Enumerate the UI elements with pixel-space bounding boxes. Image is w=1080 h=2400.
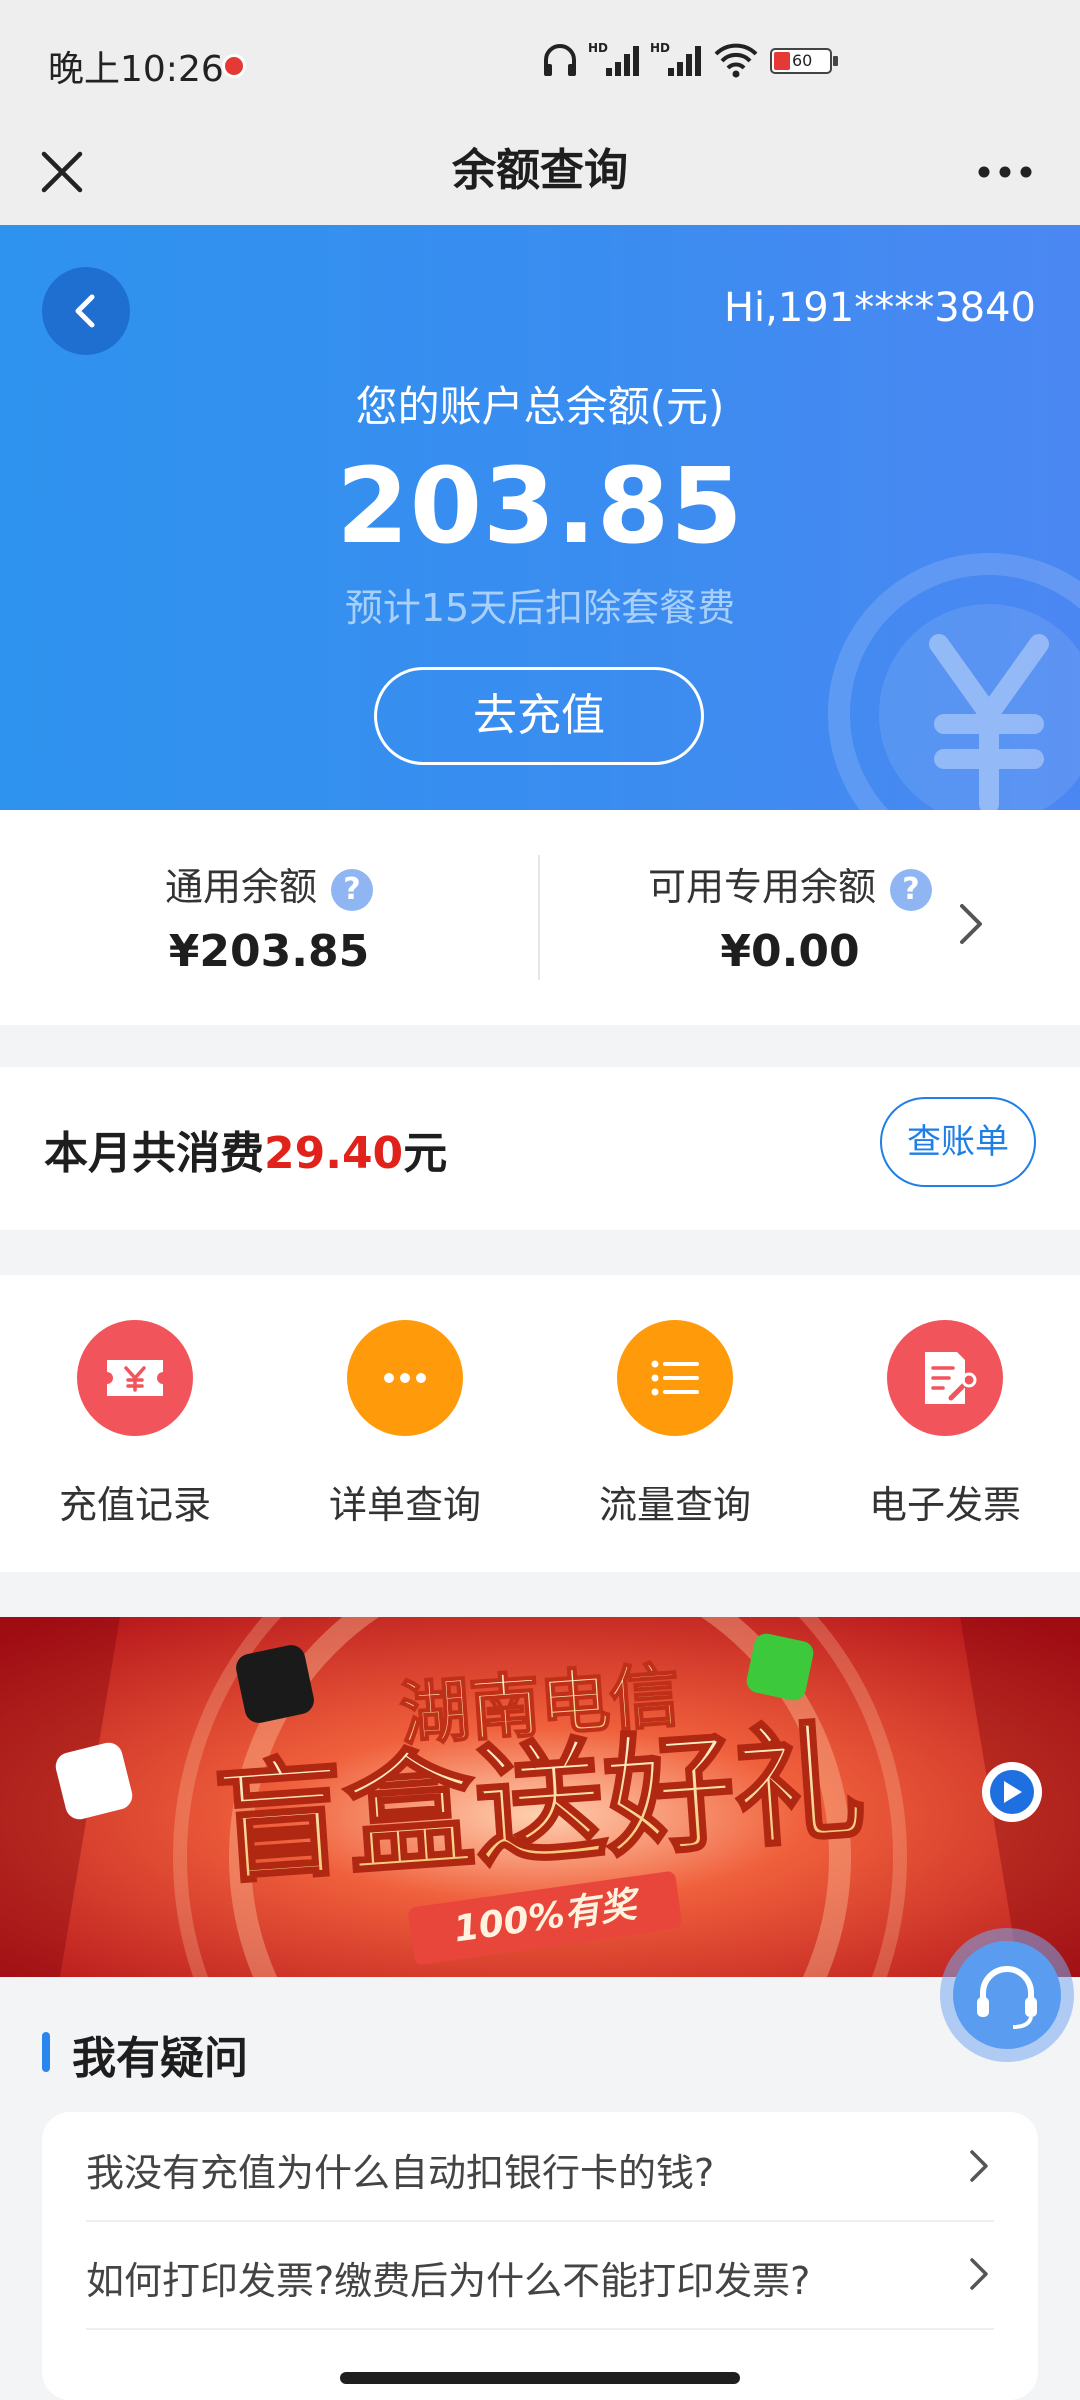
action-e-invoice[interactable]: 电子发票 [845, 1320, 1045, 1529]
action-label: 流量查询 [598, 1483, 751, 1527]
general-balance-label: 通用余额 [164, 865, 317, 909]
list-icon [617, 1320, 733, 1436]
faq-question: 如何打印发票?缴费后为什么不能打印发票? [86, 2259, 811, 2303]
status-time: 晚上10:26 [48, 49, 224, 90]
general-balance[interactable]: 通用余额? ¥203.85 [0, 810, 538, 1025]
faq-list: 我没有充值为什么自动扣银行卡的钱? 如何打印发票?缴费后为什么不能打印发票? [42, 2112, 1038, 2400]
balance-breakdown: 通用余额? ¥203.85 可用专用余额? ¥0.00 [0, 810, 1080, 1025]
invoice-icon [887, 1320, 1003, 1436]
svg-text:HD: HD [588, 41, 608, 55]
wifi-icon [714, 43, 758, 78]
customer-service-button[interactable] [940, 1928, 1074, 2062]
status-bar: 晚上10:26 HD HD 60 [0, 0, 1080, 120]
recharge-button[interactable]: 去充值 [374, 667, 704, 765]
battery-icon: 60 [770, 48, 832, 74]
chevron-right-icon[interactable] [950, 898, 990, 950]
monthly-spend: 本月共消费29.40元 查账单 [0, 1067, 1080, 1230]
faq-item[interactable]: 如何打印发票?缴费后为什么不能打印发票? [86, 2220, 994, 2330]
recharge-record-icon [77, 1320, 193, 1436]
action-label: 详单查询 [328, 1483, 481, 1527]
battery-tip [833, 56, 838, 66]
action-detail-query[interactable]: 详单查询 [305, 1320, 505, 1529]
general-balance-value: ¥203.85 [168, 926, 370, 977]
deduction-note: 预计15天后扣除套餐费 [344, 586, 736, 630]
action-data-query[interactable]: 流量查询 [575, 1320, 775, 1529]
title-bar: 余额查询 [0, 120, 1080, 225]
action-recharge-record[interactable]: 充值记录 [35, 1320, 235, 1529]
home-indicator[interactable] [340, 2372, 740, 2384]
more-dots-icon [347, 1320, 463, 1436]
signal-2-icon: HD [650, 41, 701, 76]
monthly-spend-text: 本月共消费29.40元 [44, 1117, 447, 1181]
back-button[interactable] [42, 267, 130, 355]
headset-icon [953, 1941, 1061, 2049]
view-bill-button[interactable]: 查账单 [880, 1097, 1036, 1187]
help-icon[interactable]: ? [331, 868, 373, 911]
user-greeting: Hi,191****3840 [723, 285, 1036, 331]
faq-question: 我没有充值为什么自动扣银行卡的钱? [86, 2151, 715, 2195]
more-options-button[interactable] [970, 140, 1040, 204]
action-label: 电子发票 [868, 1483, 1021, 1527]
promo-banner-art: 湖南电信 盲盒送好礼 100%有奖 [0, 1617, 1080, 1977]
monthly-spend-unit: 元 [403, 1128, 448, 1179]
chevron-right-icon [970, 2258, 988, 2290]
faq-title: 我有疑问 [72, 2033, 248, 2084]
balance-hero: Hi,191****3840 您的账户总余额(元) 203.85 预计15天后扣… [0, 225, 1080, 810]
chevron-left-icon [75, 294, 95, 328]
general-balance-title: 通用余额? [0, 856, 538, 911]
notification-dot-icon [222, 54, 246, 78]
signal-1-icon: HD [588, 41, 639, 76]
chevron-right-icon [970, 2150, 988, 2182]
monthly-spend-amount: 29.40 [264, 1128, 404, 1179]
total-balance-value: 203.85 [336, 445, 744, 567]
svg-text:HD: HD [650, 41, 670, 55]
total-balance-label: 您的账户总余额(元) [355, 382, 725, 431]
help-icon[interactable]: ? [890, 868, 932, 911]
special-balance-label: 可用专用余额 [647, 865, 876, 909]
page-title: 余额查询 [452, 145, 628, 196]
faq-item[interactable]: 我没有充值为什么自动扣银行卡的钱? [86, 2112, 994, 2222]
monthly-spend-prefix: 本月共消费 [44, 1128, 264, 1179]
quick-actions: 充值记录 详单查询 流量查询 电子发票 [0, 1275, 1080, 1572]
promo-banner[interactable]: 湖南电信 盲盒送好礼 100%有奖 [0, 1617, 1080, 1977]
action-label: 充值记录 [58, 1483, 211, 1527]
section-accent [42, 2032, 50, 2072]
battery-level: 60 [792, 51, 813, 70]
headphones-icon [544, 44, 576, 76]
